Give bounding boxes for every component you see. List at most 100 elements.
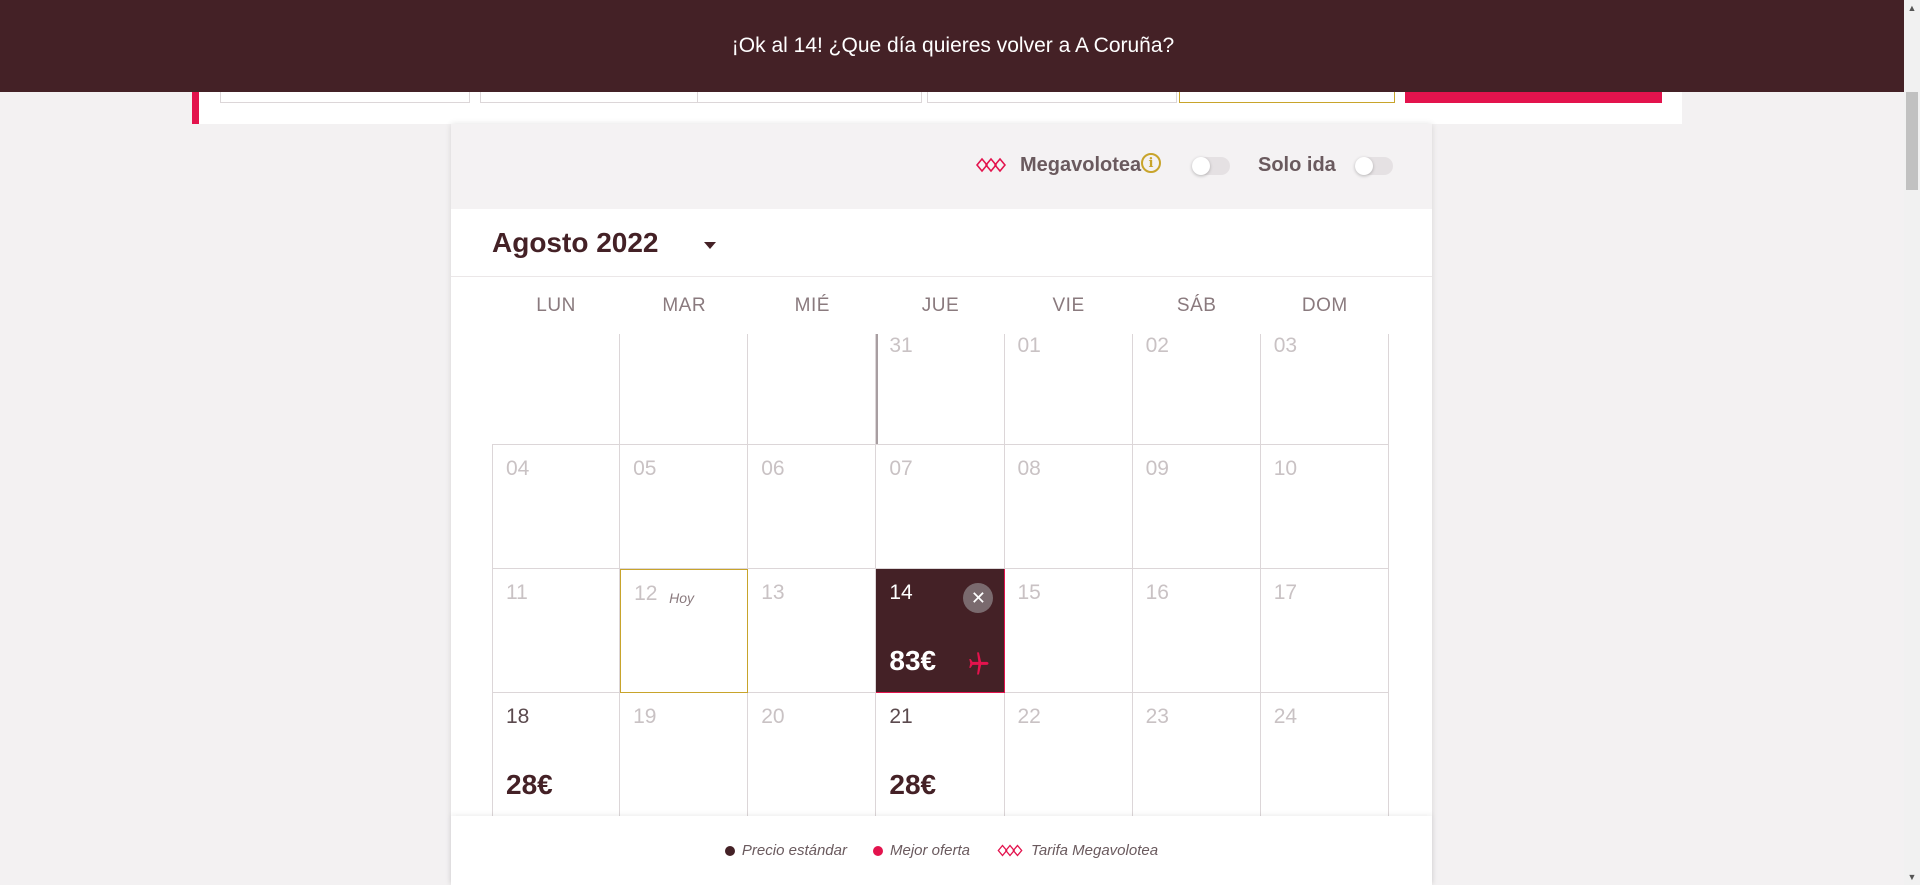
day-number: 05 (633, 457, 657, 480)
weekday-label: LUN (536, 295, 576, 316)
legend-best: Mejor oferta (872, 842, 971, 859)
weekday-label: MIÉ (794, 295, 830, 316)
one-way-toggle[interactable] (1355, 157, 1393, 175)
day-cell: 22 (1004, 693, 1133, 817)
toggle-knob (1355, 157, 1373, 175)
toggle-knob (1192, 157, 1210, 175)
day-cell-available[interactable]: 21 28€ (876, 693, 1005, 817)
page-scrollbar[interactable]: ▲ ▼ (1904, 0, 1920, 885)
caret-down-icon[interactable] (704, 242, 716, 249)
month-label: Agosto 2022 (492, 227, 659, 258)
weekday-header: LUN MAR MIÉ JUE VIE SÁB DOM (492, 295, 1389, 335)
one-way-label: Solo ida (1258, 154, 1336, 176)
day-cell: 11 (492, 569, 621, 693)
megavolotea-icon (997, 844, 1023, 857)
day-number: 10 (1273, 457, 1298, 480)
dot-icon (724, 845, 735, 856)
day-number: 22 (1017, 705, 1041, 728)
day-cell-empty (748, 334, 877, 445)
day-cell: 04 (492, 445, 621, 569)
day-cell: 07 (876, 445, 1005, 569)
legend-label: Precio estándar (741, 842, 847, 859)
scroll-up-icon[interactable]: ▲ (1904, 0, 1920, 16)
day-cell-today: 12 Hoy (620, 569, 749, 693)
day-cell: 31 (876, 334, 1005, 445)
day-price: 28€ (506, 769, 553, 800)
weekday-label: DOM (1301, 295, 1348, 316)
calendar-week: 11 12 Hoy 13 14 ✕ 83€ 15 16 17 (492, 569, 1389, 693)
day-number: 23 (1145, 705, 1169, 728)
day-number: 07 (889, 457, 913, 480)
day-cell: 08 (1004, 445, 1133, 569)
calendar-week: 31 01 02 03 (492, 334, 1389, 445)
day-cell: 01 (1004, 334, 1133, 445)
day-cell: 03 (1260, 334, 1389, 445)
day-cell: 02 (1132, 334, 1261, 445)
calendar-options: Megavolotea i Solo ida (451, 124, 1432, 209)
day-cell-selected[interactable]: 14 ✕ 83€ (876, 569, 1005, 693)
day-cell: 06 (748, 445, 877, 569)
day-number: 04 (506, 457, 530, 480)
day-number: 09 (1145, 457, 1169, 480)
month-selector[interactable]: Agosto 2022 (451, 209, 1432, 277)
day-number: 11 (506, 581, 528, 604)
day-number: 15 (1017, 581, 1041, 604)
legend-standard: Precio estándar (724, 842, 847, 859)
notification-banner: ¡Ok al 14! ¿Que día quieres volver a A C… (0, 0, 1906, 92)
day-cell-empty (492, 334, 621, 445)
dot-icon (872, 845, 883, 856)
day-number: 17 (1273, 581, 1298, 604)
day-cell-available[interactable]: 18 28€ (492, 693, 621, 817)
scroll-down-icon[interactable]: ▼ (1904, 869, 1920, 885)
day-cell: 24 (1260, 693, 1389, 817)
day-number: 19 (633, 705, 657, 728)
legend-label: Tarifa Megavolotea (1031, 842, 1159, 859)
weekday-label: MAR (662, 295, 707, 316)
month-boundary-line (876, 334, 879, 444)
day-number: 14 (889, 581, 913, 604)
weekday-label: JUE (921, 295, 960, 316)
megavolotea-label: Megavolotea (1020, 154, 1142, 176)
day-number: 08 (1017, 457, 1041, 480)
megavolotea-toggle[interactable] (1192, 157, 1230, 175)
info-icon[interactable]: i (1141, 153, 1161, 173)
weekday-label: SÁB (1176, 295, 1217, 316)
day-number: 06 (761, 457, 785, 480)
day-number: 03 (1273, 334, 1298, 357)
day-cell: 20 (748, 693, 877, 817)
plane-icon (969, 652, 989, 675)
day-number: 21 (889, 705, 913, 728)
day-cell: 10 (1260, 445, 1389, 569)
calendar-week: 04 05 06 07 08 09 10 (492, 445, 1389, 569)
calendar-week: 18 28€ 19 20 21 28€ 22 23 24 (492, 693, 1389, 817)
banner-message: ¡Ok al 14! ¿Que día quieres volver a A C… (731, 34, 1175, 57)
day-number: 20 (761, 705, 785, 728)
weekday-label: VIE (1052, 295, 1085, 316)
day-number: 18 (506, 705, 530, 728)
day-number: 31 (889, 334, 913, 357)
day-price: 83€ (889, 645, 937, 676)
calendar-panel: Megavolotea i Solo ida Agosto 2022 LUN M… (451, 124, 1432, 885)
legend-megavolotea: Tarifa Megavolotea (996, 842, 1158, 859)
day-cell: 15 (1004, 569, 1133, 693)
scroll-thumb[interactable] (1906, 92, 1918, 190)
day-number: 12 (634, 582, 658, 605)
day-price: 28€ (889, 769, 937, 800)
day-cell-empty (620, 334, 749, 445)
close-icon[interactable]: ✕ (963, 583, 994, 613)
day-number: 13 (761, 581, 785, 604)
day-number: 01 (1017, 334, 1041, 357)
megavolotea-icon (976, 157, 1006, 173)
day-cell: 05 (620, 445, 749, 569)
day-cell: 16 (1132, 569, 1261, 693)
day-cell: 17 (1260, 569, 1389, 693)
day-number: 24 (1273, 705, 1298, 728)
legend-label: Mejor oferta (889, 842, 971, 859)
today-tag: Hoy (669, 590, 695, 606)
day-cell: 13 (748, 569, 877, 693)
day-number: 16 (1145, 581, 1169, 604)
day-number: 02 (1145, 334, 1169, 357)
day-cell: 09 (1132, 445, 1261, 569)
day-cell: 19 (620, 693, 749, 817)
day-cell: 23 (1132, 693, 1261, 817)
